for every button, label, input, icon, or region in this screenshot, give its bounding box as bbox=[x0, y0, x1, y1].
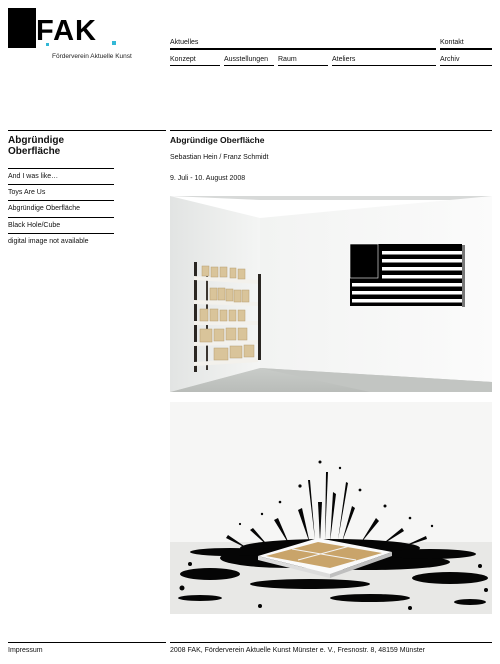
sidebar-item-black-hole-cube[interactable]: Black Hole/Cube bbox=[8, 221, 60, 230]
exhibition-photo-splatter bbox=[170, 402, 492, 614]
nav-konzept[interactable]: Konzept bbox=[170, 55, 196, 64]
sidebar-title: Abgründige Oberfläche bbox=[8, 135, 64, 157]
sidebar-item-and-i-was-like[interactable]: And I was like… bbox=[8, 172, 58, 181]
logo-text[interactable]: FAK bbox=[36, 16, 97, 46]
sidebar-rule-0 bbox=[8, 168, 114, 169]
logo-accent-dot-small bbox=[46, 43, 49, 46]
sidebar-rule-1 bbox=[8, 184, 114, 185]
logo-mark bbox=[8, 8, 36, 48]
nav-rule-1a bbox=[170, 48, 436, 50]
sidebar-rule-2 bbox=[8, 200, 114, 201]
nav-rule-2a bbox=[170, 65, 220, 66]
nav-ausstellungen[interactable]: Ausstellungen bbox=[224, 55, 268, 64]
exhibition-photo-shelf-flag bbox=[170, 196, 492, 392]
logo-subtitle: Förderverein Aktuelle Kunst bbox=[52, 53, 132, 60]
footer-copyright: 2008 FAK, Förderverein Aktuelle Kunst Mü… bbox=[170, 647, 425, 654]
sidebar-title-line1: Abgründige bbox=[8, 135, 65, 146]
sidebar-title-line2: Oberfläche bbox=[8, 146, 61, 157]
main-top-rule bbox=[170, 130, 492, 131]
sidebar-item-abgruendige-oberflaeche[interactable]: Abgründige Oberfläche bbox=[8, 204, 80, 213]
nav-rule-1b bbox=[440, 48, 492, 50]
nav-ateliers[interactable]: Ateliers bbox=[332, 55, 355, 64]
sidebar-rule-3 bbox=[8, 217, 114, 218]
nav-rule-2d bbox=[332, 65, 436, 66]
logo-accent-dot bbox=[112, 41, 116, 45]
nav-rule-2e bbox=[440, 65, 492, 66]
footer-impressum-link[interactable]: Impressum bbox=[8, 647, 43, 654]
footer-rule-left bbox=[8, 642, 166, 643]
nav-rule-2c bbox=[278, 65, 328, 66]
nav-archiv[interactable]: Archiv bbox=[440, 55, 459, 64]
nav-raum[interactable]: Raum bbox=[278, 55, 297, 64]
footer-rule-right bbox=[170, 642, 492, 643]
exhibition-artists: Sebastian Hein / Franz Schmidt bbox=[170, 154, 269, 161]
nav-aktuelles[interactable]: Aktuelles bbox=[170, 38, 198, 47]
sidebar-item-toys-are-us[interactable]: Toys Are Us bbox=[8, 188, 45, 197]
nav-rule-2b bbox=[224, 65, 274, 66]
sidebar-rule-4 bbox=[8, 233, 114, 234]
exhibition-dates: 9. Juli - 10. August 2008 bbox=[170, 175, 246, 182]
sidebar-image-note: digital image not available bbox=[8, 238, 89, 245]
nav-kontakt[interactable]: Kontakt bbox=[440, 38, 464, 47]
sidebar-top-rule bbox=[8, 130, 166, 131]
exhibition-title: Abgründige Oberfläche bbox=[170, 135, 265, 145]
